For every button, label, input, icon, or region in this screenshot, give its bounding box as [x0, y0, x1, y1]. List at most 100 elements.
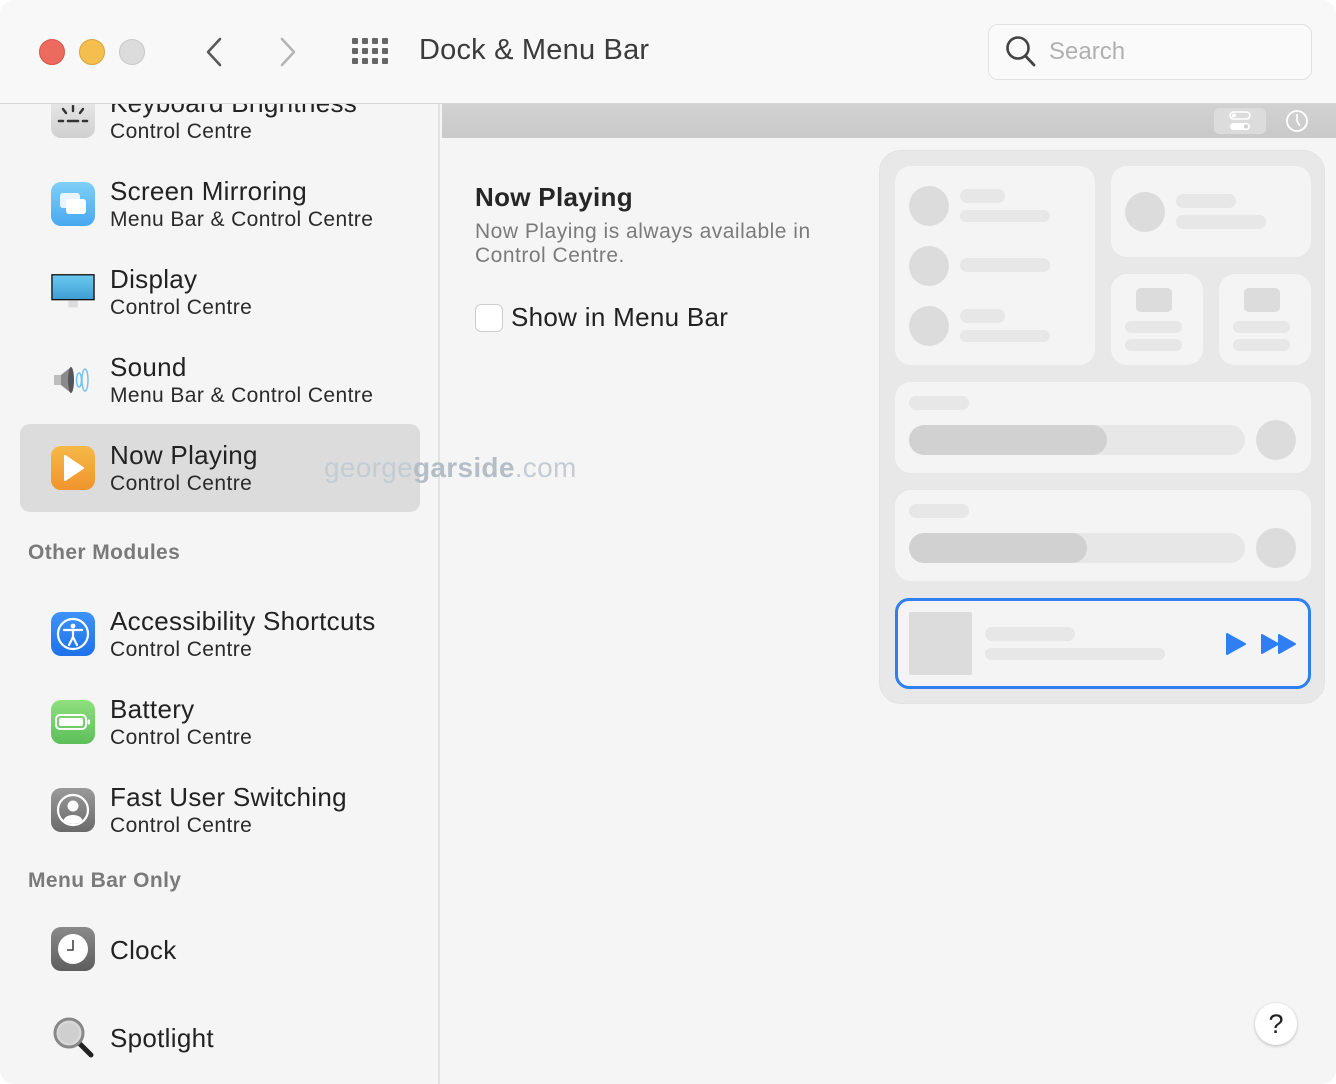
clock-icon: [51, 927, 95, 971]
section-heading: Now Playing: [475, 182, 633, 212]
user-icon: [51, 788, 95, 832]
placeholder-circle: [1256, 528, 1296, 568]
sidebar-item-clock[interactable]: Clock: [20, 905, 420, 993]
placeholder-square: [1136, 288, 1172, 312]
placeholder-circle: [1125, 192, 1165, 232]
show-in-menu-bar-option[interactable]: Show in Menu Bar: [475, 302, 728, 333]
sidebar-item-title: Now Playing: [110, 440, 258, 470]
sidebar-item-subtitle: Control Centre: [110, 472, 253, 495]
sidebar-item-title: Clock: [110, 935, 177, 965]
show-in-menu-bar-label: Show in Menu Bar: [511, 302, 729, 332]
sidebar-item-subtitle: Control Centre: [110, 638, 253, 661]
sidebar: Keyboard Brightness Control Centre Scree…: [0, 104, 440, 1084]
placeholder-line: [1125, 339, 1182, 351]
placeholder-line: [985, 627, 1075, 641]
help-button[interactable]: ?: [1255, 1003, 1297, 1045]
sidebar-item-title: Display: [110, 264, 198, 294]
placeholder-circle: [909, 306, 949, 346]
sidebar-item-title: Accessibility Shortcuts: [110, 606, 376, 636]
chevron-left-icon: [206, 37, 222, 67]
sidebar-item-subtitle: Control Centre: [110, 120, 253, 143]
sidebar-item-subtitle: Control Centre: [110, 296, 253, 319]
placeholder-circle: [909, 186, 949, 226]
sidebar-item-spotlight[interactable]: Spotlight: [20, 993, 420, 1081]
play-icon: [1226, 633, 1246, 655]
accessibility-icon: [51, 612, 95, 656]
window-title: Dock & Menu Bar: [419, 34, 650, 66]
search-input[interactable]: [1049, 38, 1279, 66]
sidebar-item-battery[interactable]: Battery Control Centre: [20, 678, 420, 766]
placeholder-slider-fill: [909, 425, 1108, 455]
watermark-bold: garside: [413, 452, 515, 483]
placeholder-line: [909, 396, 969, 410]
preview-connectivity-card: [895, 166, 1095, 365]
sidebar-item-title: Sound: [110, 352, 187, 382]
control-centre-preview: [879, 150, 1325, 704]
placeholder-line: [960, 189, 1005, 203]
sidebar-item-subtitle: Control Centre: [110, 814, 253, 837]
placeholder-circle: [1256, 420, 1296, 460]
sidebar-item-accessibility-shortcuts[interactable]: Accessibility Shortcuts Control Centre: [20, 590, 420, 678]
screen-mirroring-icon: [51, 182, 95, 226]
sidebar-item-subtitle: Menu Bar & Control Centre: [110, 208, 374, 231]
preview-small-card: [1219, 274, 1311, 365]
preview-display-slider-card: [895, 382, 1311, 473]
detail-pane: Now Playing Now Playing is always availa…: [442, 104, 1336, 1084]
placeholder-line: [960, 330, 1050, 342]
placeholder-line: [960, 258, 1050, 272]
preview-focus-card: [1111, 166, 1311, 257]
back-button[interactable]: [194, 30, 234, 74]
minimize-window-button[interactable]: [79, 39, 105, 65]
search-icon: [1006, 36, 1036, 67]
placeholder-slider: [909, 425, 1245, 455]
watermark-light: george: [324, 452, 413, 483]
sidebar-item-subtitle: Menu Bar & Control Centre: [110, 384, 374, 407]
placeholder-line: [1176, 215, 1266, 229]
sidebar-item-fast-user-switching[interactable]: Fast User Switching Control Centre: [20, 766, 420, 854]
sidebar-item-keyboard-brightness[interactable]: Keyboard Brightness Control Centre: [20, 104, 420, 160]
placeholder-line: [985, 648, 1165, 660]
system-preferences-window: Dock & Menu Bar Keyboard Brightness Cont…: [0, 0, 1336, 1084]
section-header-other-modules: Other Modules: [28, 541, 181, 564]
spotlight-icon: [51, 1015, 95, 1059]
sidebar-item-subtitle: Control Centre: [110, 726, 253, 749]
zoom-window-button[interactable]: [119, 39, 145, 65]
show-all-button[interactable]: [350, 36, 390, 68]
placeholder-line: [960, 210, 1050, 222]
control-centre-icon: [1214, 108, 1266, 134]
sidebar-item-title: Spotlight: [110, 1023, 214, 1053]
battery-icon: [51, 700, 95, 744]
display-icon: [51, 270, 95, 314]
placeholder-line: [1176, 194, 1236, 208]
sidebar-item-sound[interactable]: Sound Menu Bar & Control Centre: [20, 336, 420, 424]
menu-bar-clock-icon: [1286, 110, 1308, 132]
placeholder-slider: [909, 533, 1245, 563]
chevron-right-icon: [280, 37, 296, 67]
sidebar-item-display[interactable]: Display Control Centre: [20, 248, 420, 336]
section-description: Now Playing is always available in Contr…: [475, 220, 811, 267]
menu-bar-preview: [442, 104, 1336, 138]
preview-small-card: [1111, 274, 1203, 365]
show-in-menu-bar-checkbox[interactable]: [475, 303, 503, 332]
close-window-button[interactable]: [39, 39, 65, 65]
sidebar-item-title: Screen Mirroring: [110, 176, 307, 206]
placeholder-circle: [909, 246, 949, 286]
sidebar-item-title: Battery: [110, 694, 195, 724]
keyboard-brightness-icon: [51, 104, 95, 138]
placeholder-line: [960, 309, 1005, 323]
title-bar: Dock & Menu Bar: [0, 0, 1336, 104]
section-header-menu-bar-only: Menu Bar Only: [28, 869, 182, 892]
sidebar-item-title: Fast User Switching: [110, 782, 347, 812]
sidebar-item-screen-mirroring[interactable]: Screen Mirroring Menu Bar & Control Cent…: [20, 160, 420, 248]
fast-forward-icon: [1261, 634, 1296, 654]
watermark-suffix: .com: [514, 452, 577, 483]
search-field[interactable]: [988, 24, 1312, 80]
placeholder-slider-fill: [909, 533, 1088, 563]
grid-icon: [352, 38, 358, 44]
placeholder-line: [1233, 339, 1290, 351]
placeholder-artwork: [909, 612, 972, 675]
preview-now-playing-card: [895, 598, 1311, 689]
sidebar-item-title: Keyboard Brightness: [110, 104, 357, 119]
forward-button[interactable]: [268, 30, 308, 74]
placeholder-line: [1125, 321, 1182, 333]
